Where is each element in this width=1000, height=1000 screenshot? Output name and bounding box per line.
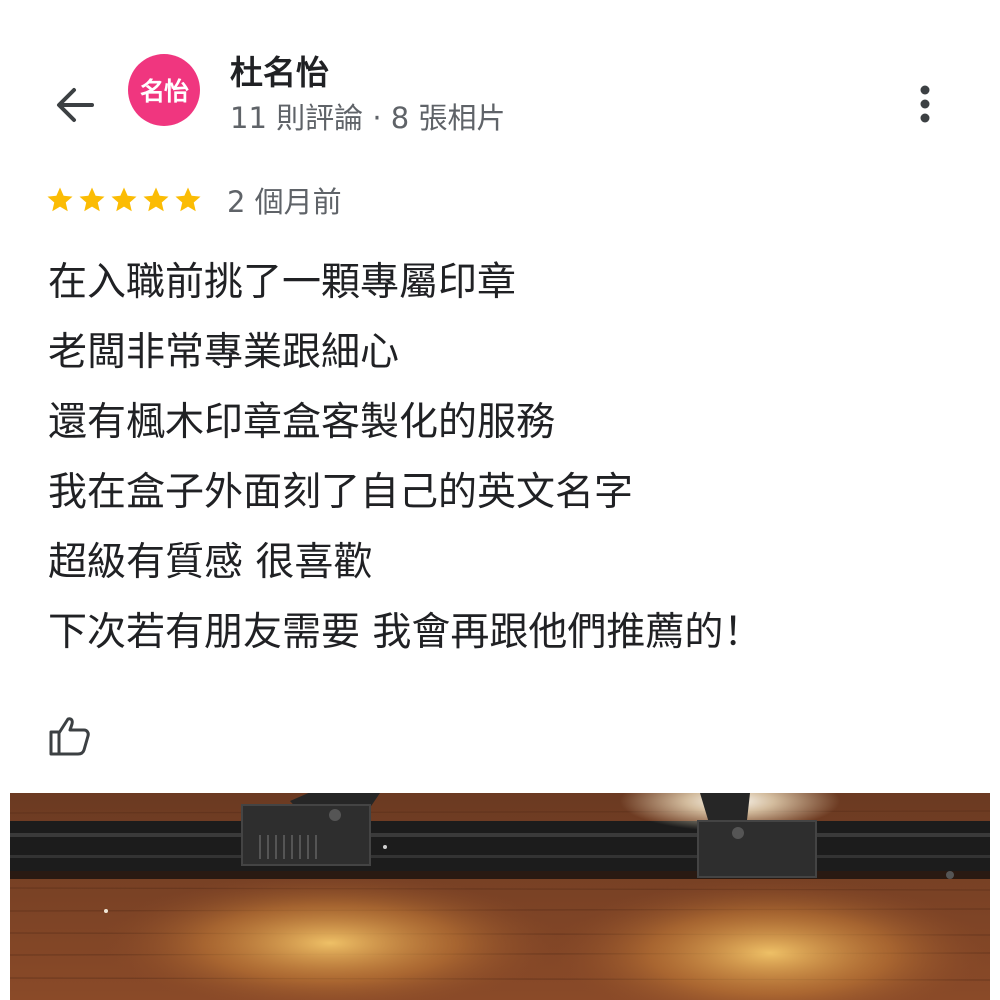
review-text: 在入職前挑了一顆專屬印章 老闆非常專業跟細心還有楓木印章盒客製化的服務我在盒子外面… (48, 248, 978, 668)
arrow-back-icon (57, 88, 94, 122)
photo-image (10, 793, 990, 1000)
review-photo[interactable] (10, 793, 990, 1000)
more-options-button[interactable] (905, 80, 945, 130)
reviewer-stats: 11 則評論 · 8 張相片 (230, 101, 506, 135)
review-date: 2 個月前 (227, 185, 342, 219)
like-button[interactable] (46, 712, 94, 760)
star-icon (111, 187, 137, 212)
review-header: 名怡 杜名怡 11 則評論 · 8 張相片 (0, 0, 1000, 160)
review-line: 超級有質感 很喜歡 (48, 540, 373, 585)
review-line: 老闆非常專業跟細心 (48, 330, 400, 375)
review-line: 在入職前挑了一顆專屬印章 (48, 260, 517, 305)
review-line: 還有楓木印章盒客製化的服務 (48, 400, 556, 445)
star-icon (47, 187, 73, 212)
rating-row: 2 個月前 (45, 180, 342, 220)
more-vert-icon (920, 85, 930, 123)
star-icon (143, 187, 169, 212)
star-rating (45, 185, 203, 215)
star-icon (79, 187, 105, 212)
avatar[interactable]: 名怡 (128, 54, 200, 126)
back-button[interactable] (50, 80, 100, 130)
review-line: 下次若有朋友需要 我會再跟他們推薦的！ (48, 610, 763, 655)
reviewer-name[interactable]: 杜名怡 (230, 46, 329, 94)
star-icon (175, 187, 201, 212)
review-line: 我在盒子外面刻了自己的英文名字 (48, 470, 634, 515)
thumb-up-icon (49, 717, 90, 756)
